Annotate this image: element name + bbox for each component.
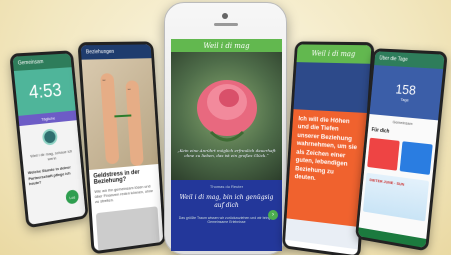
brand-title: Weil i di mag: [311, 50, 355, 59]
header-title: Über die Tage: [379, 55, 408, 63]
day-unit: Tage: [400, 97, 409, 103]
rose-icon: [171, 52, 282, 180]
brand-bar: Weil i di mag: [171, 39, 282, 52]
second-photo: [96, 206, 160, 253]
cta-text: Weil i di mag, bin ich genügsig auf dich: [175, 194, 278, 210]
affirmation-text: Ich will die Höhen und die Tiefen unsere…: [287, 109, 367, 227]
quote-text: „Kein eine Anrührt möglich erfreulich da…: [175, 148, 278, 158]
camera-dot: [222, 13, 228, 19]
start-label: Los: [69, 194, 75, 200]
rose-photo: „Kein eine Anrührt möglich erfreulich da…: [171, 52, 282, 180]
header-bar: Beziehungen: [81, 44, 152, 59]
tab-label: Tägliche: [41, 115, 55, 121]
badge-icon: [20, 126, 79, 148]
share-button[interactable]: ›: [268, 210, 278, 220]
header-image: [294, 62, 371, 113]
timer-display: 4:53: [28, 79, 63, 103]
phone-screen: Weil i di mag „Kein eine Anrührt möglich…: [171, 39, 282, 251]
start-button[interactable]: Los: [65, 189, 79, 205]
phone-device: Weil i di mag „Kein eine Anrührt möglich…: [164, 2, 287, 255]
speaker-slot: [214, 23, 238, 26]
illustration: DIETER JUNE · SUN: [363, 173, 429, 222]
header-title: Beziehungen: [86, 49, 115, 56]
quote-panel: Thomas du Reuter Weil i di mag, bin ich …: [171, 180, 282, 251]
app-screen-article: Beziehungen ˘˘ ˘˘ Geldstress in der Bezi…: [77, 41, 166, 254]
brand-bar: Weil i di mag: [297, 44, 372, 63]
article-body: Wie wir ihn gemeinsam lösen und über Fin…: [94, 183, 157, 205]
quote-credit: Thomas du Reuter: [175, 184, 278, 189]
question-text: Welche Stunde in deiner Partnerschaft pf…: [23, 158, 83, 193]
tile-red[interactable]: [367, 138, 399, 171]
bottom-bar: [358, 227, 426, 248]
tile-row: [364, 135, 436, 179]
day-count: 158: [395, 81, 417, 98]
tile-blue[interactable]: [399, 141, 433, 175]
counter-panel: 158 Tage: [370, 65, 444, 120]
footer-text: Das größte Traum wissen wir zurückzuzieh…: [175, 216, 278, 225]
app-screen-timer: Gemeinsam 4:53 Tägliche Weil i dir mag, …: [9, 50, 88, 228]
timer-panel: 4:53: [14, 67, 76, 116]
names-text: DIETER JUNE · SUN: [369, 177, 404, 187]
article-photo: ˘˘ ˘˘: [82, 58, 159, 170]
header-title: Gemeinsam: [18, 59, 44, 67]
brand-title: Weil i di mag: [203, 42, 249, 50]
